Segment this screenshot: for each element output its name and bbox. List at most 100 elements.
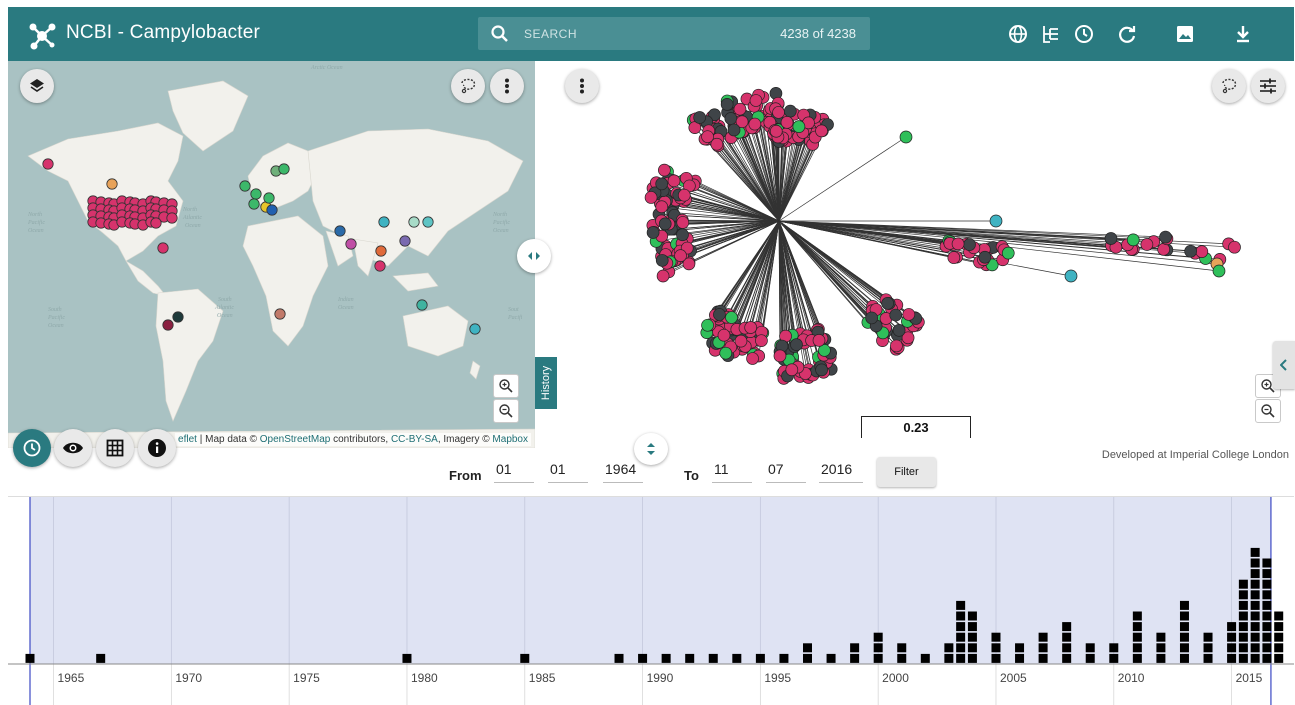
timeline-sample-square[interactable]	[1179, 611, 1189, 621]
timeline-sample-square[interactable]	[1238, 600, 1248, 610]
timeline-sample-square[interactable]	[1227, 632, 1237, 642]
tree-leaf-node[interactable]	[1212, 264, 1226, 278]
timeline-sample-square[interactable]	[1109, 653, 1119, 663]
timeline-sample-square[interactable]	[1062, 622, 1072, 632]
tree-more-button[interactable]	[565, 69, 599, 103]
tree-leaf-node[interactable]	[772, 106, 785, 119]
tree-leaf-node[interactable]	[749, 94, 763, 107]
tree-leaf-node[interactable]	[693, 111, 707, 124]
globe-icon[interactable]	[1007, 23, 1029, 45]
timeline-chart[interactable]: 1965 1970 1975 1980 1985 1990 1995 2000 2005 2010…	[8, 497, 1294, 705]
timeline-sample-square[interactable]	[1250, 600, 1260, 610]
tree-leaf-node[interactable]	[655, 200, 669, 214]
map-sample-marker[interactable]	[239, 180, 251, 192]
tree-leaf-node[interactable]	[790, 338, 803, 351]
timeline-sample-square[interactable]	[1015, 643, 1025, 653]
tree-leaf-node[interactable]	[978, 250, 992, 264]
map-sample-marker[interactable]	[469, 323, 481, 335]
info-button[interactable]	[138, 429, 176, 467]
timeline-sample-square[interactable]	[991, 653, 1001, 663]
filter-button[interactable]: Filter	[877, 457, 936, 487]
tree-leaf-node[interactable]	[658, 163, 671, 177]
attribution-mapbox-link[interactable]: Mapbox	[492, 434, 528, 445]
timeline-sample-square[interactable]	[1203, 643, 1213, 653]
timeline-sample-square[interactable]	[1238, 611, 1248, 621]
timeline-sample-square[interactable]	[944, 653, 954, 663]
map-sample-marker[interactable]	[248, 198, 260, 210]
timeline-sample-square[interactable]	[850, 643, 860, 653]
map-sample-marker[interactable]	[263, 192, 275, 204]
timeline-sample-square[interactable]	[1132, 643, 1142, 653]
map-sample-marker[interactable]	[166, 212, 178, 224]
history-tab[interactable]: History	[535, 357, 557, 409]
tree-leaf-node[interactable]	[1126, 233, 1140, 247]
to-year-input[interactable]: 2016	[819, 461, 863, 483]
timeline-sample-square[interactable]	[25, 653, 35, 663]
timeline-sample-square[interactable]	[638, 653, 648, 663]
tree-leaf-node[interactable]	[713, 308, 726, 321]
tree-leaf-node[interactable]	[701, 318, 714, 332]
lasso-select-button[interactable]	[451, 69, 485, 103]
tree-leaf-node[interactable]	[951, 237, 965, 251]
map-sample-marker[interactable]	[274, 308, 286, 320]
timeline-sample-square[interactable]	[967, 653, 977, 663]
timeline-sample-square[interactable]	[1132, 611, 1142, 621]
timeline-sample-square[interactable]	[1179, 632, 1189, 642]
timeline-sample-square[interactable]	[1227, 622, 1237, 632]
tree-leaf-node[interactable]	[724, 112, 738, 125]
search-box[interactable]: 4238 of 4238	[478, 17, 870, 50]
timeline-sample-square[interactable]	[956, 600, 966, 610]
timeline-sample-square[interactable]	[956, 643, 966, 653]
timeline-sample-square[interactable]	[1156, 632, 1166, 642]
tree-leaf-node[interactable]	[899, 130, 913, 144]
timeline-sample-square[interactable]	[685, 653, 695, 663]
timeline-sample-square[interactable]	[897, 643, 907, 653]
tree-leaf-node[interactable]	[655, 177, 669, 191]
timeline-sample-square[interactable]	[1274, 611, 1284, 621]
timeline-sample-square[interactable]	[1250, 547, 1260, 557]
timeline-sample-square[interactable]	[1179, 622, 1189, 632]
tree-leaf-node[interactable]	[746, 352, 759, 365]
to-month-input[interactable]: 07	[766, 461, 806, 483]
timeline-sample-square[interactable]	[1238, 579, 1248, 589]
layers-button[interactable]	[20, 69, 54, 103]
tree-leaf-node[interactable]	[674, 249, 687, 262]
timeline-sample-square[interactable]	[1203, 632, 1213, 642]
to-day-input[interactable]: 11	[712, 461, 752, 483]
table-toggle-button[interactable]	[96, 429, 134, 467]
tree-leaf-node[interactable]	[865, 311, 879, 325]
tree-leaf-node[interactable]	[1104, 232, 1118, 245]
tree-leaf-node[interactable]	[1064, 269, 1078, 283]
from-month-input[interactable]: 01	[548, 461, 588, 483]
attribution-osm-link[interactable]: OpenStreetMap	[260, 434, 331, 445]
map-sample-marker[interactable]	[250, 188, 262, 200]
tree-leaf-node[interactable]	[1195, 245, 1209, 258]
timeline-sample-square[interactable]	[520, 653, 530, 663]
timeline-sample-square[interactable]	[1250, 558, 1260, 568]
timeline-sample-square[interactable]	[1262, 600, 1272, 610]
tree-leaf-node[interactable]	[890, 339, 903, 353]
timeline-sample-square[interactable]	[1274, 653, 1284, 663]
timeline-sample-square[interactable]	[967, 622, 977, 632]
timeline-sample-square[interactable]	[897, 653, 907, 663]
tree-leaf-node[interactable]	[720, 97, 734, 111]
timeline-sample-square[interactable]	[1250, 579, 1260, 589]
timeline-sample-square[interactable]	[1250, 643, 1260, 653]
tree-leaf-node[interactable]	[655, 254, 669, 267]
timeline-sample-square[interactable]	[826, 653, 836, 663]
tree-leaf-node[interactable]	[785, 363, 799, 377]
tree-leaf-node[interactable]	[755, 334, 768, 348]
download-icon[interactable]	[1232, 23, 1254, 45]
timeline-sample-square[interactable]	[1038, 632, 1048, 642]
tree-leaf-node[interactable]	[676, 228, 689, 242]
map-sample-marker[interactable]	[278, 163, 290, 175]
tree-leaf-node[interactable]	[658, 217, 672, 231]
tree-leaf-node[interactable]	[769, 124, 783, 138]
map-sample-marker[interactable]	[422, 216, 434, 228]
tree-leaf-node[interactable]	[646, 226, 660, 239]
horizontal-resize-handle[interactable]	[517, 239, 551, 273]
timeline-sample-square[interactable]	[991, 632, 1001, 642]
tree-leaf-node[interactable]	[989, 214, 1003, 228]
timeline-sample-square[interactable]	[1238, 643, 1248, 653]
map-sample-marker[interactable]	[375, 245, 387, 257]
